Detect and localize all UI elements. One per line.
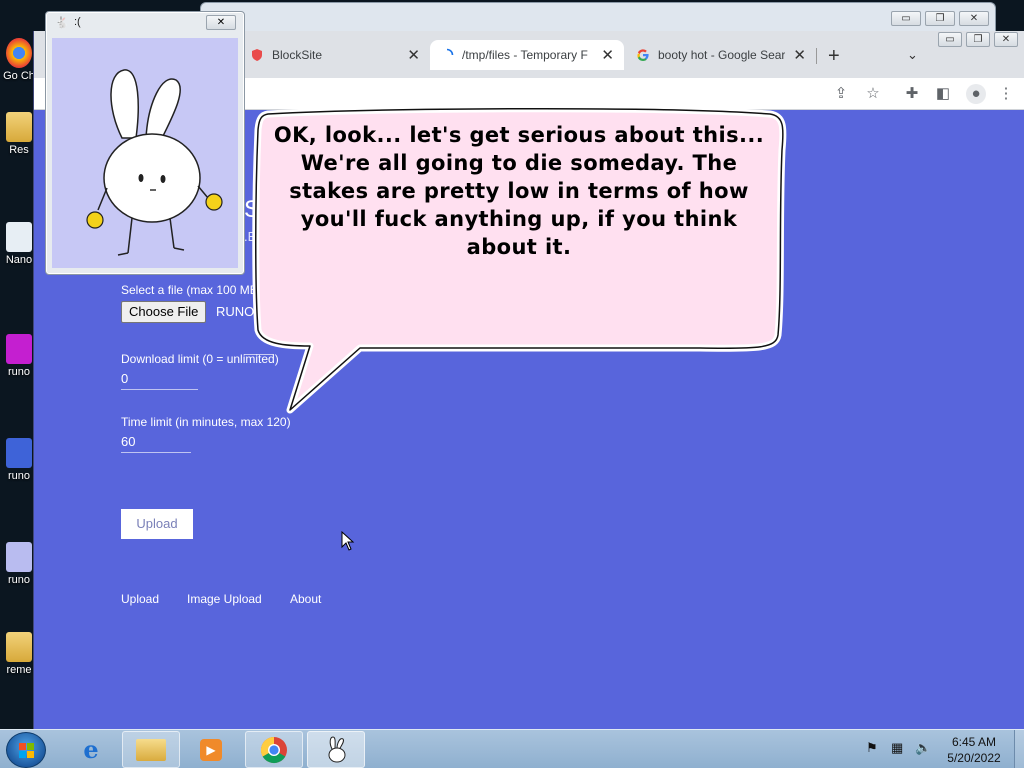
tab-google-search[interactable]: booty hot - Google Sear ✕ <box>626 40 816 70</box>
new-tab-button[interactable]: + <box>828 45 840 68</box>
show-desktop-button[interactable] <box>1014 730 1024 768</box>
action-center-flag-icon[interactable]: ⚑ <box>866 740 878 756</box>
folder-icon <box>136 738 166 761</box>
windows-logo-icon <box>19 743 34 758</box>
folder-icon <box>6 112 32 142</box>
close-tab-icon[interactable]: ✕ <box>407 46 420 64</box>
tab-search-button[interactable]: ⌄ <box>907 47 918 63</box>
speech-bubble-text: OK, look... let's get serious about this… <box>273 123 765 259</box>
taskbar-file-explorer[interactable] <box>122 731 180 768</box>
taskbar-chrome[interactable] <box>245 731 303 768</box>
maximize-button[interactable]: ❐ <box>966 32 990 47</box>
file-field-label: Select a file (max 100 MB <box>121 283 258 297</box>
upload-button[interactable]: Upload <box>121 509 193 539</box>
media-player-icon: ▶ <box>200 738 222 761</box>
bunny-icon <box>6 334 32 364</box>
volume-icon[interactable]: 🔈 <box>915 740 931 756</box>
bunny-icon <box>328 735 346 762</box>
close-tab-icon[interactable]: ✕ <box>601 46 614 64</box>
desktop-icon-resources[interactable]: Res <box>2 112 36 156</box>
internet-explorer-icon: e <box>83 735 99 764</box>
popup-title: :( <box>74 16 81 28</box>
desktop-icon-runo-1[interactable]: runo <box>2 334 36 378</box>
download-limit-label: Download limit (0 = unlimited) <box>121 352 279 366</box>
time-limit-input[interactable]: 60 <box>121 431 191 453</box>
clock-date: 5/20/2022 <box>947 751 1001 765</box>
browser-window-controls: ▭ ❐ ✕ <box>938 32 1018 47</box>
share-icon[interactable]: ⇪ <box>831 84 851 104</box>
bunny-canvas <box>52 38 238 268</box>
minimize-button[interactable]: ▭ <box>891 11 921 26</box>
desktop-icon-chrome[interactable]: Go Ch <box>2 38 36 82</box>
close-tab-icon[interactable]: ✕ <box>793 46 806 64</box>
popup-close-button[interactable]: ✕ <box>206 15 236 30</box>
bunny-title-icon: 🐇 <box>55 17 69 29</box>
desktop-icon-runo-3[interactable]: runo <box>2 542 36 586</box>
side-panel-icon[interactable]: ◧ <box>933 84 953 104</box>
bunny-icon <box>6 438 32 468</box>
chrome-icon <box>260 736 287 763</box>
close-button[interactable]: ✕ <box>959 11 989 26</box>
taskbar-internet-explorer[interactable]: e <box>62 731 120 768</box>
start-button[interactable] <box>6 732 46 768</box>
network-icon[interactable]: ▦ <box>891 740 903 756</box>
mouse-cursor-icon <box>341 531 355 551</box>
page-title: S <box>244 196 261 223</box>
close-button[interactable]: ✕ <box>994 32 1018 47</box>
tab-separator <box>816 48 817 64</box>
google-icon <box>637 49 649 61</box>
shield-icon <box>252 49 262 61</box>
bunny-illustration <box>86 69 223 256</box>
taskbar: e ▶ ⚑ ▦ 🔈 6:45 AM 5/20/2022 <box>0 729 1024 768</box>
minimize-button[interactable]: ▭ <box>938 32 962 47</box>
background-window-controls: ▭ ❐ ✕ <box>891 11 989 26</box>
bunny-icon <box>6 542 32 572</box>
tab-blocksite[interactable]: BlockSite ✕ <box>240 40 430 70</box>
menu-icon[interactable]: ⋮ <box>996 84 1016 104</box>
footer-link-about[interactable]: About <box>290 592 321 606</box>
page-subtitle: .E <box>244 229 257 244</box>
taskbar-media-player[interactable]: ▶ <box>182 731 240 768</box>
extensions-icon[interactable]: ✚ <box>902 84 922 104</box>
maximize-button[interactable]: ❐ <box>925 11 955 26</box>
taskbar-bunny-app[interactable] <box>307 731 365 768</box>
background-window[interactable]: ▭ ❐ ✕ <box>200 2 996 32</box>
clock-time: 6:45 AM <box>951 735 997 749</box>
bookmark-star-icon[interactable]: ☆ <box>863 84 883 104</box>
desktop-icon-reme[interactable]: reme <box>2 632 36 676</box>
selected-file-name: RUNO <box>216 304 255 319</box>
profile-avatar-icon[interactable]: ● <box>966 84 986 104</box>
choose-file-button[interactable]: Choose File <box>121 301 207 323</box>
folder-icon <box>6 632 32 662</box>
app-icon <box>6 222 32 252</box>
time-limit-label: Time limit (in minutes, max 120) <box>121 415 291 429</box>
bunny-popup-window[interactable]: 🐇 :( ✕ <box>45 11 245 275</box>
system-clock[interactable]: 6:45 AM 5/20/2022 <box>944 734 1004 766</box>
desktop-icon-nano[interactable]: Nano <box>2 222 36 266</box>
download-limit-input[interactable]: 0 <box>121 368 198 390</box>
tab-tmp-files[interactable]: /tmp/files - Temporary F ✕ <box>430 40 624 70</box>
footer-link-upload[interactable]: Upload <box>121 592 159 606</box>
chrome-icon <box>6 38 32 68</box>
footer-link-image-upload[interactable]: Image Upload <box>187 592 262 606</box>
loading-icon <box>446 48 454 56</box>
desktop-icon-runo-2[interactable]: runo <box>2 438 36 482</box>
